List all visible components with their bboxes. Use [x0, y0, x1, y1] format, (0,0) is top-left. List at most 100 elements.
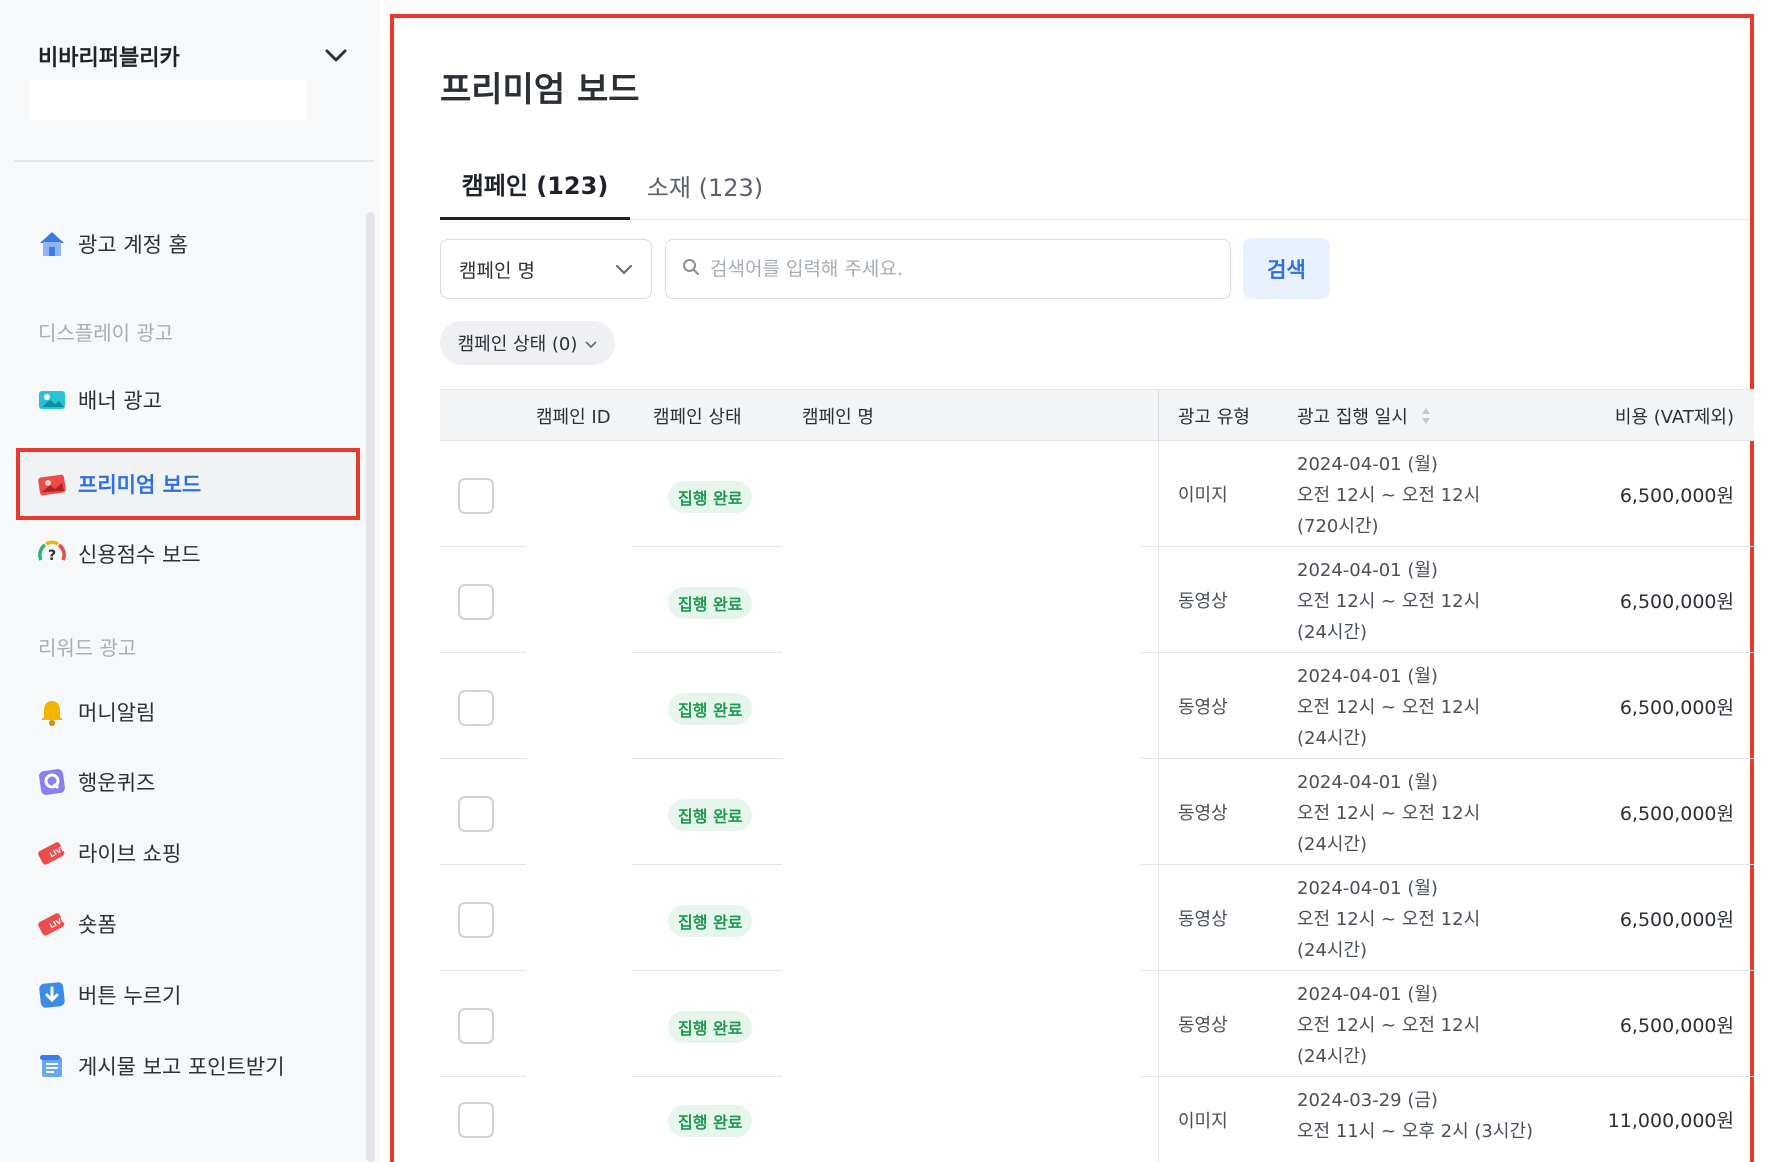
svg-text:?: ?	[48, 548, 56, 564]
cost-cell: 6,500,000원	[1619, 802, 1734, 825]
ad-period-time: 오전 12시 ~ 오전 12시	[1297, 485, 1481, 506]
campaign-status-filter-label: 캠페인 상태 (0)	[457, 334, 578, 355]
download-button-icon	[36, 979, 68, 1011]
chevron-down-icon[interactable]	[324, 44, 348, 68]
row-checkbox[interactable]	[458, 584, 494, 620]
row-checkbox[interactable]	[458, 1008, 494, 1044]
ad-period-cell: 2024-04-01 (월) 오전 12시 ~ 오전 12시 (24시간)	[1297, 767, 1480, 860]
column-header-campaign-id: 캠페인 ID	[536, 407, 611, 428]
cost-cell: 6,500,000원	[1619, 1014, 1734, 1037]
column-divider	[1158, 390, 1159, 442]
tab-campaign[interactable]: 캠페인 (123)	[440, 150, 630, 220]
sidebar-item-label: 라이브 쇼핑	[78, 842, 182, 866]
ad-period-time: 오전 12시 ~ 오전 12시	[1297, 1015, 1481, 1036]
ad-period-date: 2024-04-01 (월)	[1297, 454, 1438, 475]
row-checkbox[interactable]	[458, 902, 494, 938]
ad-period-duration: (24시간)	[1297, 940, 1368, 961]
table-row: 집행 완료 동영상 2024-04-01 (월) 오전 12시 ~ 오전 12시…	[440, 971, 1754, 1077]
live-ticket-icon: LIVE	[36, 837, 68, 869]
status-badge: 집행 완료	[668, 1105, 753, 1137]
table-header: 캠페인 ID 캠페인 상태 캠페인 명 광고 유형 광고 집행 일시 비용 (V…	[440, 389, 1754, 442]
sidebar-item-short-form[interactable]: LIVE 숏폼	[16, 892, 360, 956]
search-icon	[682, 258, 700, 280]
sidebar-item-banner-ad[interactable]: 배너 광고	[16, 368, 360, 432]
sidebar-item-money-alert[interactable]: 머니알림	[16, 680, 360, 744]
table-row: 집행 완료 동영상 2024-04-01 (월) 오전 12시 ~ 오전 12시…	[440, 653, 1754, 759]
search-field-select[interactable]: 캠페인 명	[440, 239, 652, 299]
status-badge: 집행 완료	[668, 799, 753, 831]
sidebar-section-reward: 리워드 광고	[38, 636, 137, 660]
column-header-ad-period[interactable]: 광고 집행 일시	[1297, 390, 1432, 442]
table-row: 집행 완료 동영상 2024-04-01 (월) 오전 12시 ~ 오전 12시…	[440, 547, 1754, 653]
quiz-icon	[36, 766, 68, 798]
column-header-cost: 비용 (VAT제외)	[1614, 407, 1734, 428]
premium-board-icon	[36, 468, 68, 500]
cost-cell: 11,000,000원	[1607, 1110, 1734, 1132]
ad-type-cell: 동영상	[1178, 591, 1228, 612]
sidebar-item-lucky-quiz[interactable]: 행운퀴즈	[16, 750, 360, 814]
sidebar-item-credit-score-board[interactable]: ? 신용점수 보드	[16, 522, 360, 586]
ad-period-cell: 2024-04-01 (월) 오전 12시 ~ 오전 12시 (24시간)	[1297, 979, 1480, 1072]
cost-cell: 6,500,000원	[1619, 908, 1734, 931]
chevron-down-icon	[585, 333, 597, 354]
sidebar-item-ad-account-home[interactable]: 광고 계정 홈	[16, 212, 360, 276]
sidebar-item-label: 행운퀴즈	[78, 771, 156, 795]
sidebar-scrollbar[interactable]	[366, 212, 375, 1162]
sidebar-item-press-button[interactable]: 버튼 누르기	[16, 963, 360, 1027]
ad-period-date: 2024-04-01 (월)	[1297, 560, 1438, 581]
search-button[interactable]: 검색	[1243, 238, 1330, 299]
table-row: 집행 완료 동영상 2024-04-01 (월) 오전 12시 ~ 오전 12시…	[440, 865, 1754, 971]
sidebar-item-label: 프리미엄 보드	[78, 473, 202, 497]
table-row: 집행 완료 동영상 2024-04-01 (월) 오전 12시 ~ 오전 12시…	[440, 759, 1754, 865]
ad-period-time: 오전 12시 ~ 오전 12시	[1297, 909, 1481, 930]
status-badge: 집행 완료	[668, 693, 753, 725]
sidebar-divider	[14, 160, 374, 162]
sidebar-item-label: 게시물 보고 포인트받기	[78, 1055, 285, 1079]
ad-period-duration: (24시간)	[1297, 622, 1368, 643]
account-name: 비바리퍼블리카	[38, 46, 180, 71]
row-checkbox[interactable]	[458, 690, 494, 726]
row-checkbox[interactable]	[458, 796, 494, 832]
search-box[interactable]	[665, 239, 1231, 299]
sidebar-item-label: 광고 계정 홈	[78, 233, 188, 257]
column-header-campaign-status: 캠페인 상태	[653, 407, 742, 428]
ad-period-duration: (24시간)	[1297, 1046, 1368, 1067]
ad-period-cell: 2024-03-29 (금) 오전 11시 ~ 오후 2시 (3시간)	[1297, 1085, 1533, 1147]
tab-creative[interactable]: 소재 (123)	[630, 150, 780, 220]
ad-period-time: 오전 12시 ~ 오전 12시	[1297, 591, 1481, 612]
ad-period-date: 2024-04-01 (월)	[1297, 878, 1438, 899]
status-badge: 집행 완료	[668, 587, 753, 619]
row-checkbox[interactable]	[458, 1102, 494, 1138]
sidebar-item-label: 머니알림	[78, 701, 156, 725]
sidebar-item-premium-board[interactable]: 프리미엄 보드	[16, 448, 360, 520]
status-badge: 집행 완료	[668, 481, 753, 513]
status-badge: 집행 완료	[668, 905, 753, 937]
account-sub-info	[29, 80, 307, 120]
banner-image-icon	[36, 384, 68, 416]
ad-type-cell: 동영상	[1178, 1015, 1228, 1036]
scroll-icon	[36, 1050, 68, 1082]
ad-period-cell: 2024-04-01 (월) 오전 12시 ~ 오전 12시 (720시간)	[1297, 449, 1480, 542]
table-row: 집행 완료 이미지 2024-03-29 (금) 오전 11시 ~ 오후 2시 …	[440, 1077, 1754, 1162]
ad-period-cell: 2024-04-01 (월) 오전 12시 ~ 오전 12시 (24시간)	[1297, 661, 1480, 754]
house-icon	[36, 228, 68, 260]
search-input[interactable]	[710, 258, 1210, 280]
account-switcher[interactable]: 비바리퍼블리카	[38, 38, 348, 74]
row-checkbox[interactable]	[458, 478, 494, 514]
sort-icon[interactable]	[1420, 406, 1432, 426]
sidebar-item-label: 배너 광고	[78, 389, 162, 413]
sidebar-item-label: 신용점수 보드	[78, 543, 201, 567]
status-badge: 집행 완료	[668, 1011, 753, 1043]
column-header-campaign-name: 캠페인 명	[802, 407, 874, 428]
sidebar-item-live-shopping[interactable]: LIVE 라이브 쇼핑	[16, 821, 360, 885]
ad-period-cell: 2024-04-01 (월) 오전 12시 ~ 오전 12시 (24시간)	[1297, 555, 1480, 648]
sidebar-item-view-post-get-points[interactable]: 게시물 보고 포인트받기	[16, 1034, 360, 1098]
cost-cell: 6,500,000원	[1619, 590, 1734, 613]
ad-period-time: 오전 12시 ~ 오전 12시	[1297, 697, 1481, 718]
ad-type-cell: 동영상	[1178, 697, 1228, 718]
ad-type-cell: 동영상	[1178, 909, 1228, 930]
search-field-select-value: 캠페인 명	[459, 259, 535, 282]
ad-period-cell: 2024-04-01 (월) 오전 12시 ~ 오전 12시 (24시간)	[1297, 873, 1480, 966]
cost-cell: 6,500,000원	[1619, 484, 1734, 507]
campaign-status-filter[interactable]: 캠페인 상태 (0)	[440, 321, 615, 365]
